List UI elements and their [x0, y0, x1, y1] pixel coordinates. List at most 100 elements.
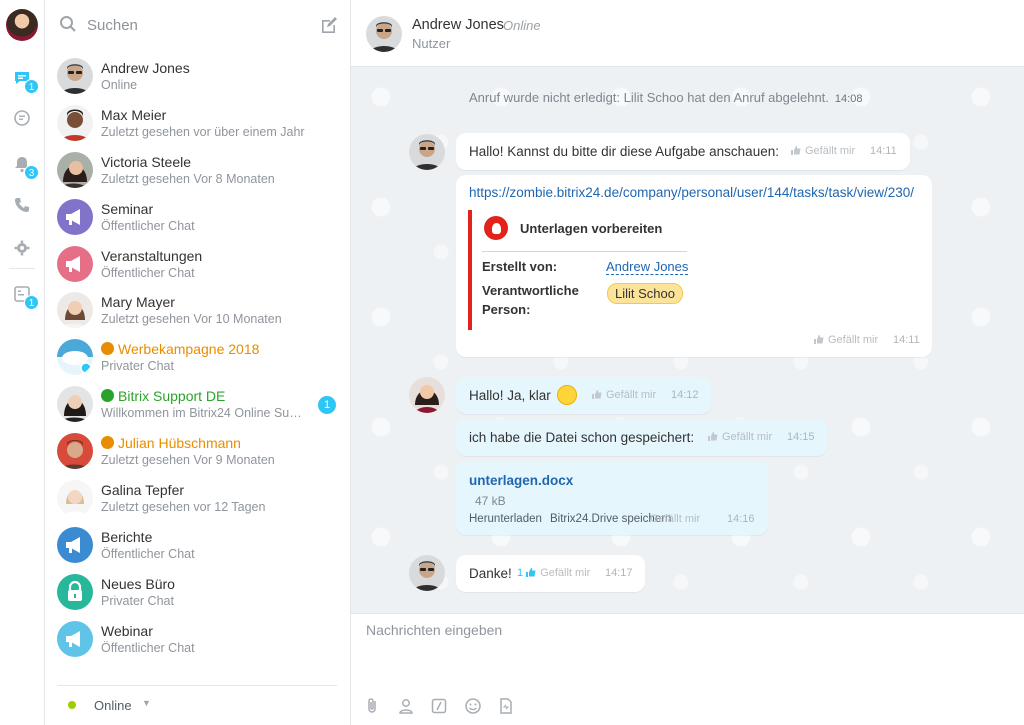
contact-status: Öffentlicher Chat	[101, 546, 195, 561]
contact-item[interactable]: Max Meier Zuletzt gesehen vor über einem …	[45, 100, 351, 147]
task-title[interactable]: Unterlagen vorbereiten	[520, 221, 662, 236]
contact-item[interactable]: Neues Büro Privater Chat	[45, 569, 351, 616]
app-rail: 1 3 1	[0, 0, 45, 725]
contact-item[interactable]: Julian Hübschmann Zuletzt gesehen Vor 9 M…	[45, 428, 351, 475]
tasks-badge: 1	[24, 295, 39, 310]
contact-status: Öffentlicher Chat	[101, 218, 195, 233]
notifications-icon[interactable]: 3	[11, 153, 39, 180]
message-text: Hallo! Ja, klar	[469, 388, 551, 403]
notifications-badge: 3	[24, 165, 39, 180]
message-input[interactable]	[366, 622, 1006, 692]
message-text: ich habe die Datei schon gespeichert:	[469, 430, 695, 445]
system-message: Anruf wurde nicht erledigt: Lilit Schoo …	[469, 90, 862, 105]
phone-icon[interactable]	[11, 194, 33, 216]
contact-name-text: Werbekampagne 2018	[118, 341, 260, 358]
smiley-icon[interactable]	[464, 697, 482, 715]
contact-name-text: Seminar	[101, 200, 154, 217]
contact-name: Veranstaltungen	[101, 248, 202, 264]
chat-window: Andrew Jones Online Nutzer Anruf wurde n…	[351, 0, 1024, 725]
user-mention-icon[interactable]	[397, 697, 415, 715]
message-bubble[interactable]: ich habe die Datei schon gespeichert: Ge…	[456, 419, 827, 456]
contact-name-text: Bitrix Support DE	[118, 388, 226, 405]
responsible-user-chip[interactable]: Lilit Schoo	[607, 283, 683, 304]
like-button[interactable]: Gefällt mir	[592, 389, 656, 401]
contact-name-text: Andrew Jones	[101, 60, 190, 76]
contact-name: Andrew Jones	[101, 60, 190, 76]
my-message-avatar[interactable]	[409, 377, 445, 413]
system-message-text: Anruf wurde nicht erledigt: Lilit Schoo …	[469, 90, 829, 105]
contact-status: Privater Chat	[101, 359, 174, 374]
user-icon	[484, 216, 508, 240]
message-history[interactable]: Anruf wurde nicht erledigt: Lilit Schoo …	[351, 67, 1024, 613]
tasks-icon[interactable]: 1	[11, 283, 39, 310]
photo-man-avatar	[57, 433, 93, 470]
document-icon[interactable]	[497, 697, 515, 715]
rail-divider	[9, 268, 35, 269]
download-link[interactable]: Herunterladen	[469, 513, 542, 525]
megaphone-blue-avatar	[57, 526, 93, 563]
status-selector[interactable]: Online ▼	[57, 685, 337, 725]
like-button[interactable]: 1 Gefällt mir	[517, 567, 590, 579]
message-bubble[interactable]: Danke! 1 Gefällt mir 14:17	[456, 555, 645, 592]
like-button[interactable]: Gefällt mir	[708, 431, 772, 443]
sender-avatar[interactable]	[409, 134, 445, 170]
openlines-icon[interactable]	[11, 107, 33, 129]
contact-status: Zuletzt gesehen Vor 10 Monaten	[101, 312, 282, 327]
contact-item[interactable]: Mary Mayer Zuletzt gesehen Vor 10 Monaten	[45, 287, 351, 334]
contact-name: Neues Büro	[101, 576, 175, 592]
attach-file-icon[interactable]	[364, 697, 382, 715]
created-by-user[interactable]: Andrew Jones	[606, 259, 689, 275]
like-label: Gefällt mir	[650, 513, 701, 525]
contact-name-text: Veranstaltungen	[101, 247, 203, 264]
contact-name-text: Neues Büro	[101, 575, 175, 592]
external-user-icon	[101, 436, 114, 450]
contact-name-text: Julian Hübschmann	[118, 435, 241, 452]
search-input[interactable]	[87, 14, 307, 36]
like-label: Gefällt mir	[828, 334, 879, 346]
file-message-bubble[interactable]: unterlagen.docx 47 kB Herunterladen Bitr…	[456, 461, 768, 535]
contact-item[interactable]: Werbekampagne 2018 Privater Chat	[45, 334, 351, 381]
like-button[interactable]: Gefällt mir	[650, 513, 700, 525]
contact-list: Andrew Jones Online Max Meier Zuletzt geseh…	[45, 53, 351, 663]
file-name-link[interactable]: unterlagen.docx	[469, 473, 573, 488]
contact-name: Werbekampagne 2018	[101, 341, 259, 357]
message-time: 14:15	[787, 431, 815, 443]
new-chat-compose-icon[interactable]	[319, 15, 339, 35]
contact-item[interactable]: Veranstaltungen Öffentlicher Chat	[45, 241, 351, 288]
contact-name: Mary Mayer	[101, 294, 175, 310]
like-count: 1	[517, 567, 524, 579]
contact-status: Online	[101, 78, 138, 92]
chat-partner-avatar[interactable]	[366, 16, 402, 52]
contact-name-text: Webinar	[101, 622, 153, 639]
contact-item[interactable]: Victoria Steele Zuletzt gesehen Vor 8 Mon…	[45, 147, 351, 194]
contact-item[interactable]: Berichte Öffentlicher Chat	[45, 522, 351, 569]
smiley-emoji-icon	[557, 385, 577, 405]
message-composer	[351, 613, 1024, 725]
sender-avatar[interactable]	[409, 555, 445, 591]
contact-name: Victoria Steele	[101, 154, 191, 170]
like-label: Gefällt mir	[722, 431, 773, 443]
my-avatar[interactable]	[6, 9, 38, 41]
contact-name: Webinar	[101, 623, 153, 639]
command-icon[interactable]	[430, 697, 448, 715]
message-bubble[interactable]: Hallo! Ja, klar Gefällt mir 14:12	[456, 377, 711, 414]
contact-status: Öffentlicher Chat	[101, 265, 195, 280]
contact-name-text: Victoria Steele	[101, 153, 192, 170]
contact-name-text: Mary Mayer	[101, 294, 175, 311]
message-text: Danke!	[469, 566, 512, 581]
contact-name: Julian Hübschmann	[101, 435, 241, 451]
chats-icon[interactable]: 1	[11, 67, 39, 94]
message-bubble[interactable]: Hallo! Kannst du bitte dir diese Aufgabe…	[456, 133, 910, 170]
contact-item[interactable]: Andrew Jones Online	[45, 53, 351, 100]
contact-item[interactable]: Bitrix Support DE Willkommen im Bitrix24 …	[45, 381, 351, 428]
task-link[interactable]: https://zombie.bitrix24.de/company/perso…	[469, 185, 914, 200]
contact-name: Galina Tepfer	[101, 482, 184, 498]
contact-item[interactable]: Webinar Öffentlicher Chat	[45, 616, 351, 663]
task-message-bubble[interactable]: https://zombie.bitrix24.de/company/perso…	[456, 175, 932, 357]
contact-item[interactable]: Seminar Öffentlicher Chat	[45, 194, 351, 241]
settings-gear-icon[interactable]	[11, 237, 33, 259]
contact-item[interactable]: Galina Tepfer Zuletzt gesehen vor 12 Tage…	[45, 475, 351, 522]
like-button[interactable]: Gefällt mir	[791, 145, 855, 157]
like-button[interactable]: Gefällt mir	[814, 334, 878, 346]
responsible-label-line1: Verantwortliche	[482, 283, 579, 298]
